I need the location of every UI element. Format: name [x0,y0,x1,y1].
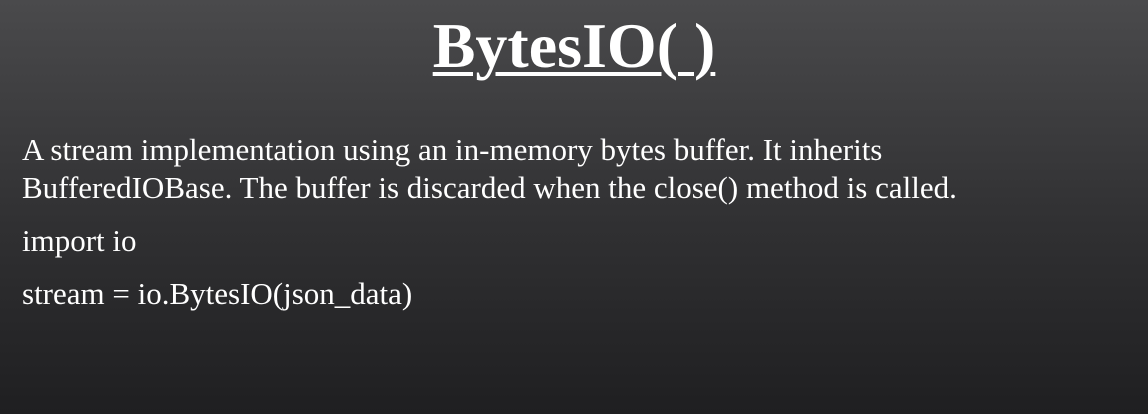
code-line-stream: stream = io.BytesIO(json_data) [22,275,1132,313]
code-text: stream = io.BytesIO(json_data) [22,276,413,311]
code-text: import io [22,223,137,258]
description-paragraph: A stream implementation using an in-memo… [22,131,1132,207]
slide: BytesIO( ) A stream implementation using… [0,0,1148,414]
slide-title-text: BytesIO( ) [432,10,716,81]
description-line: BufferedIOBase. The buffer is discarded … [22,170,957,205]
code-line-import: import io [22,222,1132,260]
description-line: A stream implementation using an in-memo… [22,132,883,167]
slide-title: BytesIO( ) [0,6,1148,86]
